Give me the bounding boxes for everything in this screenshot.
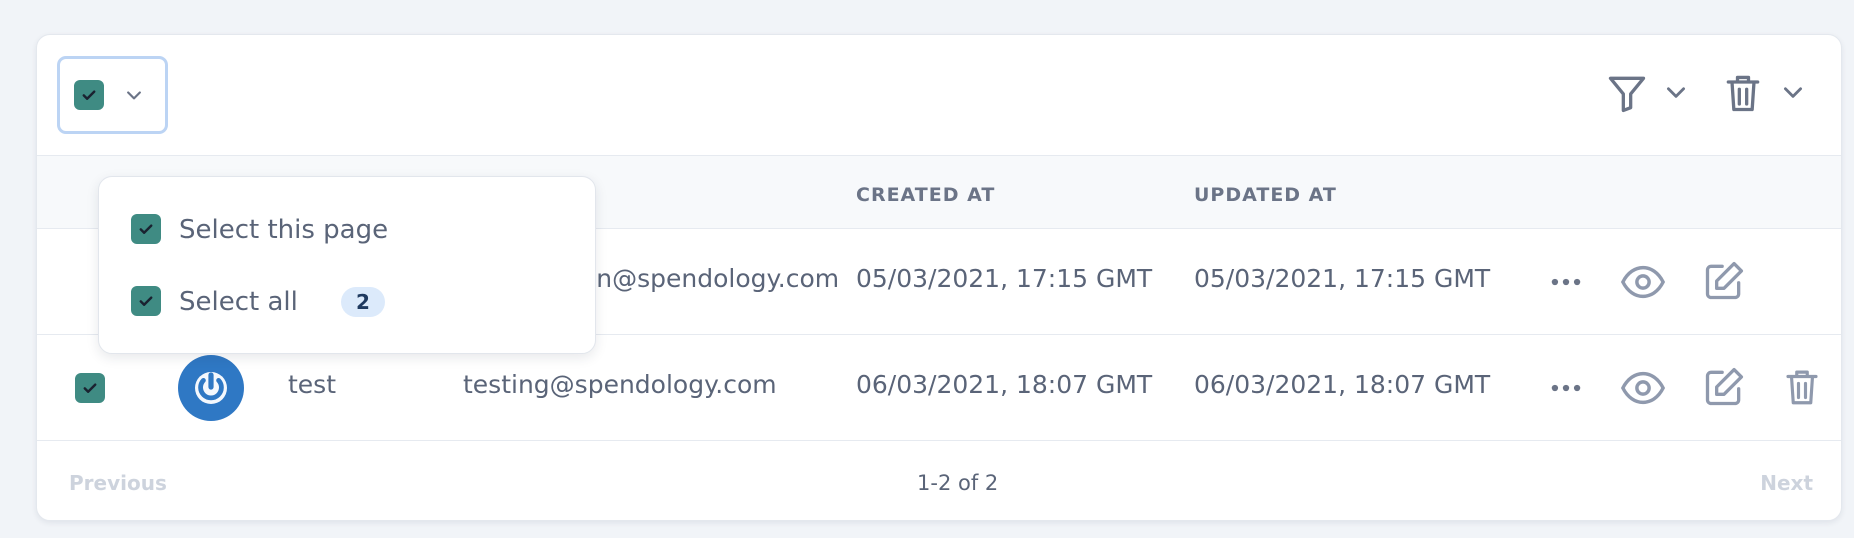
- check-icon: [82, 90, 96, 100]
- next-page-button[interactable]: Next: [1760, 471, 1813, 495]
- edit-icon: [1705, 261, 1744, 300]
- select-this-page-checkbox[interactable]: [131, 214, 161, 244]
- avatar: [178, 355, 244, 421]
- filter-button[interactable]: [1605, 71, 1649, 115]
- delete-chevron-button[interactable]: [1780, 79, 1806, 105]
- bulk-delete-button[interactable]: [1721, 71, 1765, 115]
- column-header-updated-at[interactable]: UPDATED AT: [1194, 184, 1337, 206]
- column-header-created-at[interactable]: CREATED AT: [856, 184, 995, 206]
- updated-at-cell: 06/03/2021, 18:07 GMT: [1194, 370, 1491, 399]
- delete-button[interactable]: [1781, 365, 1823, 409]
- email-cell: on@spendology.com: [581, 264, 840, 293]
- edit-button[interactable]: [1702, 365, 1746, 409]
- power-icon: [195, 372, 227, 404]
- name-cell: test: [288, 370, 337, 399]
- row-checkbox[interactable]: [75, 373, 105, 403]
- bulk-select-dropdown-button[interactable]: [57, 56, 168, 134]
- table-toolbar: [37, 35, 1841, 155]
- check-icon: [139, 296, 153, 306]
- email-cell: testing@spendology.com: [463, 370, 777, 399]
- select-all-checkbox[interactable]: [131, 286, 161, 316]
- more-actions-button[interactable]: [1547, 369, 1585, 407]
- pagination-info: 1-2 of 2: [917, 471, 999, 495]
- chevron-down-icon: [124, 85, 144, 109]
- view-button[interactable]: [1620, 262, 1666, 302]
- more-horizontal-icon: [1551, 278, 1581, 286]
- pagination: Previous 1-2 of 2 Next: [37, 441, 1841, 521]
- chevron-down-icon: [1667, 87, 1685, 98]
- eye-icon: [1620, 371, 1666, 405]
- edit-button[interactable]: [1702, 259, 1746, 303]
- check-icon: [83, 383, 97, 393]
- trash-icon: [1786, 370, 1818, 405]
- created-at-cell: 05/03/2021, 17:15 GMT: [856, 264, 1153, 293]
- created-at-cell: 06/03/2021, 18:07 GMT: [856, 370, 1153, 399]
- check-icon: [139, 224, 153, 234]
- filter-chevron-button[interactable]: [1663, 79, 1689, 105]
- updated-at-cell: 05/03/2021, 17:15 GMT: [1194, 264, 1491, 293]
- select-all-count-badge: 2: [341, 287, 385, 317]
- more-actions-button[interactable]: [1547, 263, 1585, 301]
- select-all-label: Select all: [179, 287, 298, 317]
- view-button[interactable]: [1620, 368, 1666, 408]
- select-this-page-label: Select this page: [179, 215, 389, 245]
- filter-icon: [1608, 76, 1646, 113]
- trash-icon: [1726, 75, 1760, 112]
- chevron-down-icon: [1784, 87, 1802, 98]
- bulk-select-checkbox[interactable]: [74, 80, 104, 110]
- more-horizontal-icon: [1551, 384, 1581, 392]
- edit-icon: [1705, 367, 1744, 406]
- eye-icon: [1620, 265, 1666, 299]
- previous-page-button[interactable]: Previous: [69, 471, 167, 495]
- bulk-select-menu: Select this page Select all 2: [98, 176, 596, 354]
- users-table-card: CREATED AT UPDATED AT on@spendology.com …: [36, 34, 1842, 521]
